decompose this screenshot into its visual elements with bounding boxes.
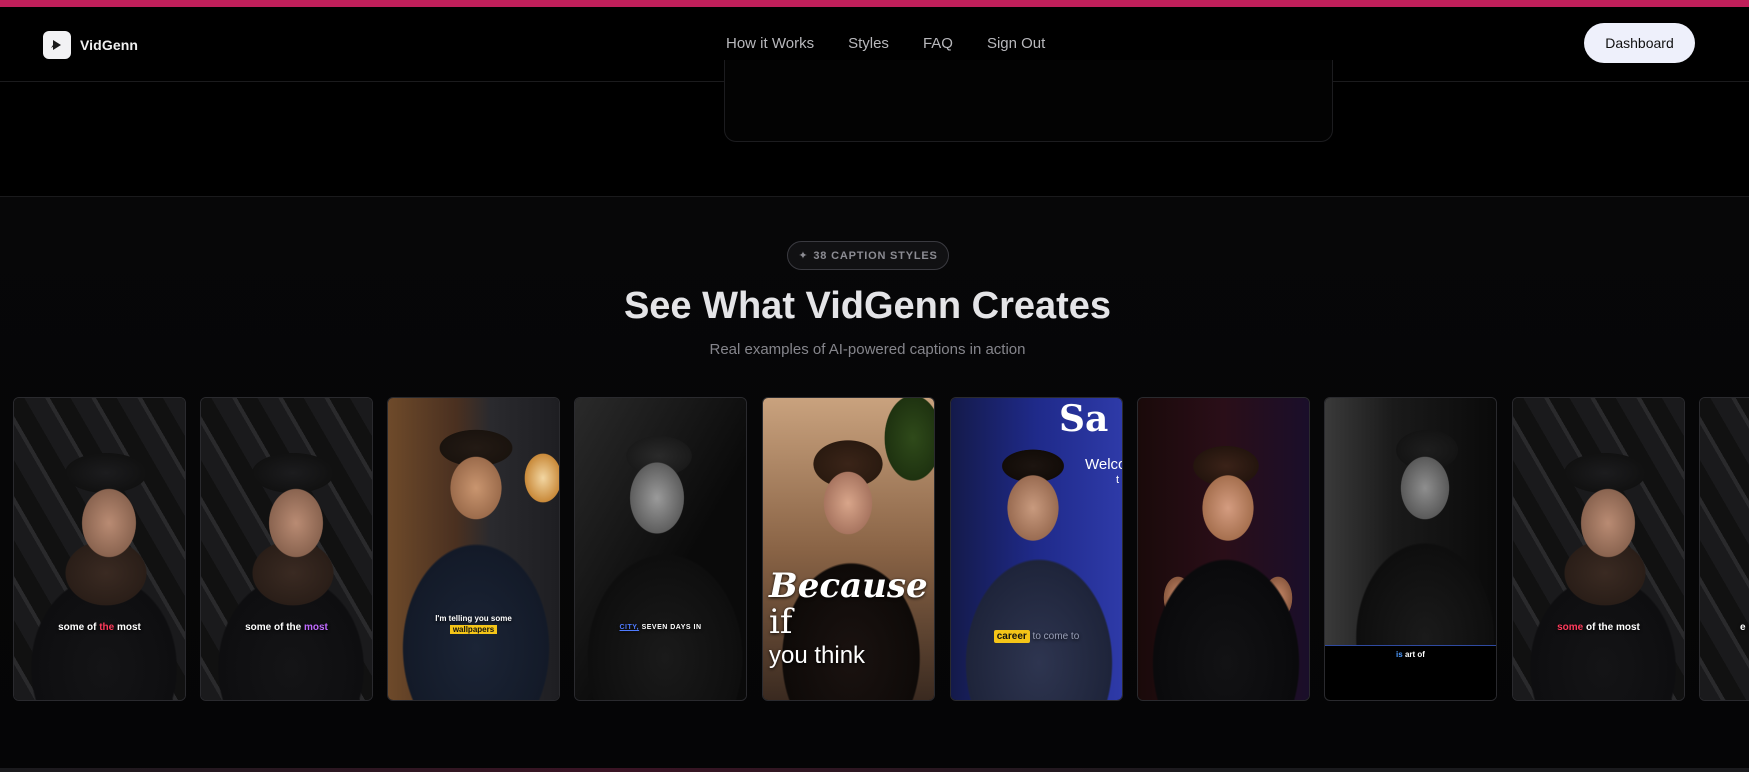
caption-text-8: is art of (1396, 650, 1425, 659)
top-accent-bar (0, 0, 1749, 7)
caption-text-10: e (1740, 622, 1746, 633)
caption-text-4: CITY, SEVEN DAYS IN (619, 624, 702, 631)
caption-text-9: some of the most (1557, 622, 1640, 633)
section-subheading: Real examples of AI-powered captions in … (709, 341, 1026, 358)
video-card-2[interactable]: some of the most (200, 397, 373, 701)
video-card-4[interactable]: CITY, SEVEN DAYS IN (574, 397, 747, 701)
video-card-5[interactable]: Because if you think (762, 397, 935, 701)
play-logo-icon (43, 31, 71, 59)
video-card-6[interactable]: Sa Welco t career to come to (950, 397, 1123, 701)
nav-link-how-it-works[interactable]: How it Works (726, 35, 814, 52)
caption-text-3: I'm telling you some wallpapers (435, 614, 512, 634)
video-card-7[interactable] (1137, 397, 1310, 701)
badge-label: 38 CAPTION STYLES (813, 249, 938, 262)
sparkle-icon: ✦ (798, 250, 809, 262)
video-card-9[interactable]: some of the most (1512, 397, 1685, 701)
dashboard-button[interactable]: Dashboard (1584, 23, 1695, 63)
nav-link-sign-out[interactable]: Sign Out (987, 35, 1045, 52)
video-examples-strip[interactable]: some of the most some of the most I'm te… (13, 397, 1749, 701)
video-card-8[interactable]: is art of (1324, 397, 1497, 701)
section-heading: See What VidGenn Creates (623, 285, 1112, 327)
caption-text-6: career to come to (951, 630, 1122, 643)
backdrop-sign-line-2: t (1116, 474, 1120, 486)
brand-logo[interactable]: VidGenn (43, 31, 138, 59)
nav-link-faq[interactable]: FAQ (923, 35, 953, 52)
video-card-10[interactable]: e (1699, 397, 1749, 701)
caption-styles-badge: ✦ 38 CAPTION STYLES (787, 241, 949, 270)
brand-name: VidGenn (80, 37, 139, 53)
video-card-3[interactable]: I'm telling you some wallpapers (387, 397, 560, 701)
backdrop-sign-line: Welco (1085, 456, 1123, 473)
video-card-1[interactable]: some of the most (13, 397, 186, 701)
nav-links: How it Works Styles FAQ Sign Out (726, 35, 1045, 52)
caption-text-2: some of the most (245, 622, 328, 633)
upper-panel-card (724, 60, 1333, 142)
caption-text-1: some of the most (58, 622, 141, 633)
caption-text-5: Because if you think (769, 566, 928, 669)
nav-link-styles[interactable]: Styles (848, 35, 889, 52)
bottom-edge (0, 768, 1749, 772)
backdrop-sign-title: Sa (1059, 398, 1109, 440)
